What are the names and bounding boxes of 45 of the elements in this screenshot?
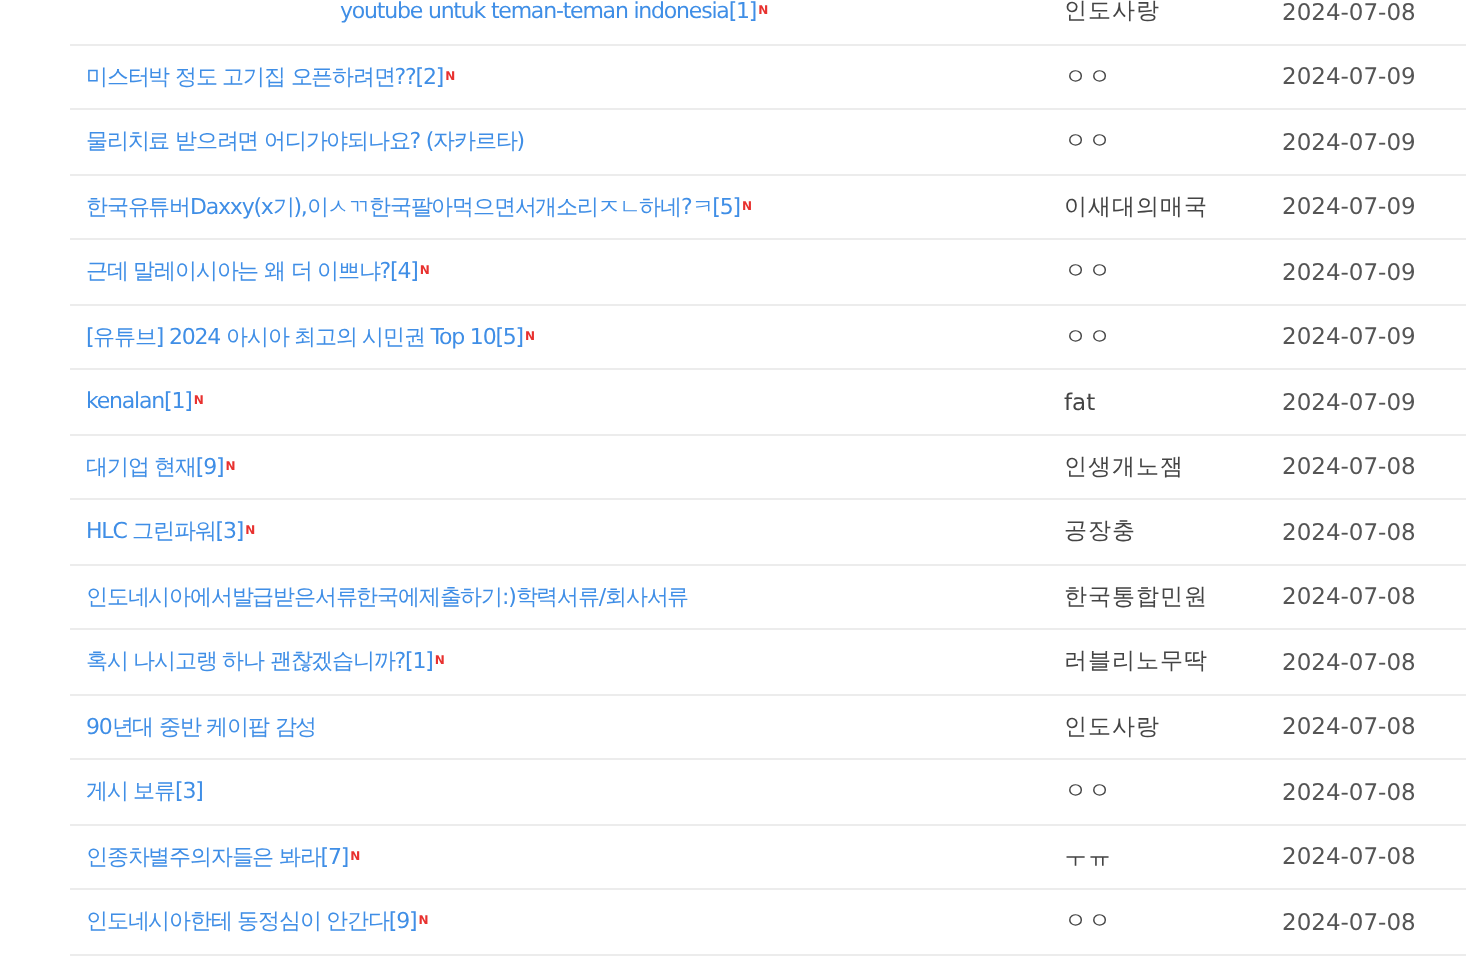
- post-date: 2024-07-08: [1282, 582, 1418, 611]
- author-name: 러블리노무딱: [1064, 646, 1210, 677]
- post-date: 2024-07-08: [1282, 907, 1418, 936]
- post-title-link[interactable]: 90년대 중반 케이팝 감성: [86, 711, 317, 742]
- post-title-link[interactable]: 인도네시아한테 동정심이 안간다[9]: [86, 906, 417, 937]
- post-title-link[interactable]: 인도네시아에서발급받은서류한국에제출하기:)학력서류/회사서류: [86, 581, 689, 612]
- author-name: 인도사랑: [1064, 0, 1162, 27]
- author-name: 이새대의매국: [1064, 191, 1210, 222]
- post-date: 2024-07-08: [1282, 647, 1418, 676]
- author-name: ㅇㅇ: [1064, 906, 1114, 937]
- post-date: 2024-07-09: [1282, 322, 1418, 351]
- author-name: ㅇㅇ: [1064, 776, 1114, 807]
- post-title-link[interactable]: kenalan[1]: [86, 388, 192, 415]
- post-title-link[interactable]: HLC 그린파워[3]: [86, 516, 244, 547]
- post-date: 2024-07-08: [1282, 0, 1418, 26]
- post-date: 2024-07-09: [1282, 127, 1418, 156]
- author-name: 인도사랑: [1064, 711, 1162, 742]
- author-name: ㅇㅇ: [1064, 126, 1114, 157]
- post-date: 2024-07-09: [1282, 62, 1418, 91]
- post-date: 2024-07-08: [1282, 517, 1418, 546]
- author-name: ㅇㅇ: [1064, 256, 1114, 287]
- author-name: 인생개노잼: [1064, 451, 1186, 482]
- post-title-link[interactable]: 인종차별주의자들은 봐라[7]: [86, 841, 349, 872]
- post-title-link[interactable]: [유튜브] 2024 아시아 최고의 시민권 Top 10[5]: [86, 321, 523, 352]
- post-title-link[interactable]: 대기업 현재[9]: [86, 451, 224, 482]
- post-title-link[interactable]: 게시 보류[3]: [86, 776, 203, 807]
- post-title-link[interactable]: 혹시 나시고랭 하나 괜찮겠습니까?[1]: [86, 646, 433, 677]
- post-date: 2024-07-08: [1282, 712, 1418, 741]
- post-title-link[interactable]: youtube untuk teman-teman indonesia[1]: [340, 0, 757, 25]
- author-name: 공장충: [1064, 516, 1138, 547]
- post-title-link[interactable]: 미스터박 정도 고기집 오픈하려면??[2]: [86, 61, 444, 92]
- post-date: 2024-07-08: [1282, 842, 1418, 871]
- author-name: 한국통합민원: [1064, 581, 1210, 612]
- post-title-link[interactable]: 근데 말레이시아는 왜 더 이쁘냐?[4]: [86, 256, 418, 287]
- post-date: 2024-07-09: [1282, 257, 1418, 286]
- author-name: ㅇㅇ: [1064, 61, 1114, 92]
- author-name: ㅜㅠ: [1064, 841, 1114, 872]
- post-date: 2024-07-08: [1282, 777, 1418, 806]
- post-title-link[interactable]: 한국유튜버Daxxy(x기),이ㅅㄲ한국팔아먹으면서개소리ㅈㄴ하네?ㅋ[5]: [86, 191, 740, 222]
- post-date: 2024-07-08: [1282, 452, 1418, 481]
- author-name: fat: [1064, 387, 1098, 416]
- post-title-link[interactable]: 물리치료 받으려면 어디가야되나요? (자카르타): [86, 126, 524, 157]
- author-name: ㅇㅇ: [1064, 321, 1114, 352]
- post-date: 2024-07-09: [1282, 387, 1418, 416]
- post-date: 2024-07-09: [1282, 192, 1418, 221]
